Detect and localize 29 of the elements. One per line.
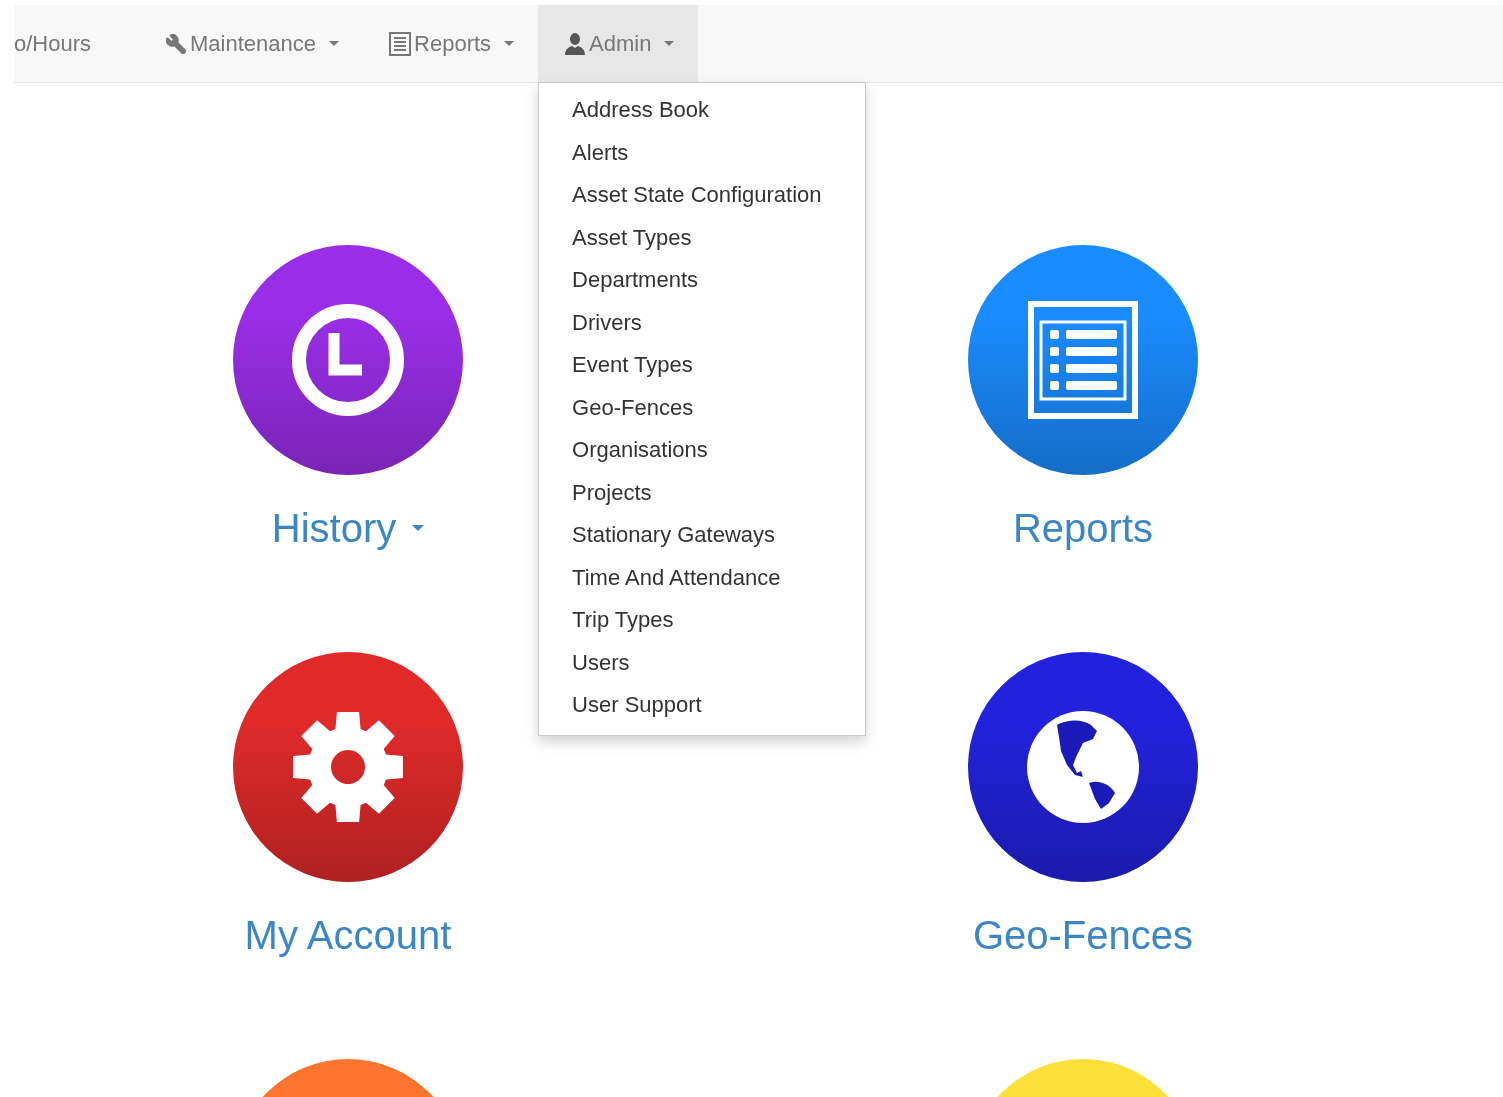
menu-item[interactable]: Organisations <box>539 429 866 472</box>
menu-item[interactable]: Departments <box>539 259 866 302</box>
globe-icon <box>1027 711 1139 823</box>
menu-item[interactable]: Asset Types <box>539 216 866 259</box>
wrench-icon <box>165 32 188 55</box>
menu-item[interactable]: Trip Types <box>539 599 866 642</box>
menu-item[interactable]: User Support <box>539 684 866 727</box>
nav-link[interactable]: o/Hours <box>14 5 116 82</box>
nav-link[interactable]: Maintenance <box>139 5 364 82</box>
menu-item[interactable]: Alerts <box>539 131 866 174</box>
tile-link[interactable]: History <box>271 505 425 551</box>
tile-link[interactable]: My Account <box>244 912 452 958</box>
menu-item[interactable]: Time And Attendance <box>539 556 866 599</box>
menu-item[interactable]: Geo-Fences <box>539 386 866 429</box>
user-icon <box>564 31 587 56</box>
menu-item[interactable]: Event Types <box>539 344 866 387</box>
tile-link[interactable]: Reports <box>1012 505 1154 551</box>
tile-link[interactable]: Geo-Fences <box>972 912 1194 958</box>
menu-item[interactable]: Stationary Gateways <box>539 514 866 557</box>
menu-item[interactable]: Projects <box>539 471 866 514</box>
list-document-icon <box>1028 301 1138 419</box>
clock-icon <box>291 303 405 417</box>
menu-item[interactable]: Asset State Configuration <box>539 174 866 217</box>
menu-item[interactable]: Address Book <box>539 89 866 132</box>
menu-item[interactable]: Users <box>539 641 866 684</box>
menu-item[interactable]: Drivers <box>539 301 866 344</box>
document-list-icon <box>389 31 412 56</box>
gear-icon <box>291 710 405 824</box>
nav-link[interactable]: Reports <box>363 5 539 82</box>
